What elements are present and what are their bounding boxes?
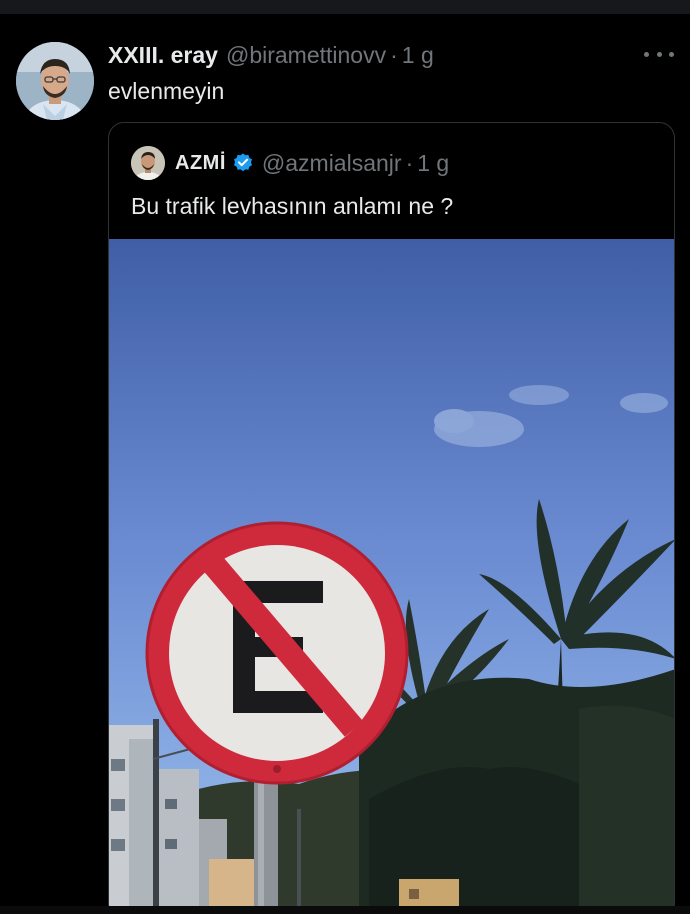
no-parking-sign-photo — [109, 239, 674, 914]
more-horizontal-icon[interactable] — [644, 44, 674, 64]
tweet-text: evlenmeyin — [108, 78, 225, 104]
more-dot — [644, 51, 649, 57]
tweet[interactable]: XXIII. eray @biramettinovv · 1 g evlenme… — [0, 14, 690, 914]
no-parking-sign — [145, 521, 409, 785]
quoted-timestamp[interactable]: 1 g — [417, 150, 449, 177]
display-name[interactable]: XXIII. eray — [108, 42, 218, 69]
more-dot — [669, 51, 674, 57]
timestamp[interactable]: 1 g — [402, 42, 434, 69]
separator-dot: · — [405, 149, 414, 176]
quoted-display-name[interactable]: AZMİ — [175, 152, 226, 175]
user-avatar[interactable] — [16, 42, 94, 120]
quoted-tweet-photo[interactable] — [109, 239, 674, 914]
quoted-avatar-image — [131, 146, 165, 180]
quoted-tweet-header: AZMİ @azmialsanjr · 1 g — [131, 145, 449, 181]
more-dot — [656, 51, 662, 57]
verified-badge-icon — [233, 153, 252, 172]
quoted-user-avatar[interactable] — [131, 146, 165, 180]
user-handle[interactable]: @biramettinovv — [226, 42, 386, 69]
top-strip — [0, 0, 690, 14]
quoted-tweet-text: Bu trafik levhasının anlamı ne ? — [131, 193, 454, 219]
avatar-image — [16, 42, 94, 120]
separator-dot: · — [390, 42, 398, 68]
bottom-strip — [0, 906, 690, 914]
quoted-user-handle[interactable]: @azmialsanjr — [262, 150, 402, 177]
tweet-header: XXIII. eray @biramettinovv · 1 g — [108, 42, 434, 72]
quoted-tweet[interactable]: AZMİ @azmialsanjr · 1 g Bu trafik levhas… — [108, 122, 675, 914]
sign-post — [254, 769, 278, 914]
